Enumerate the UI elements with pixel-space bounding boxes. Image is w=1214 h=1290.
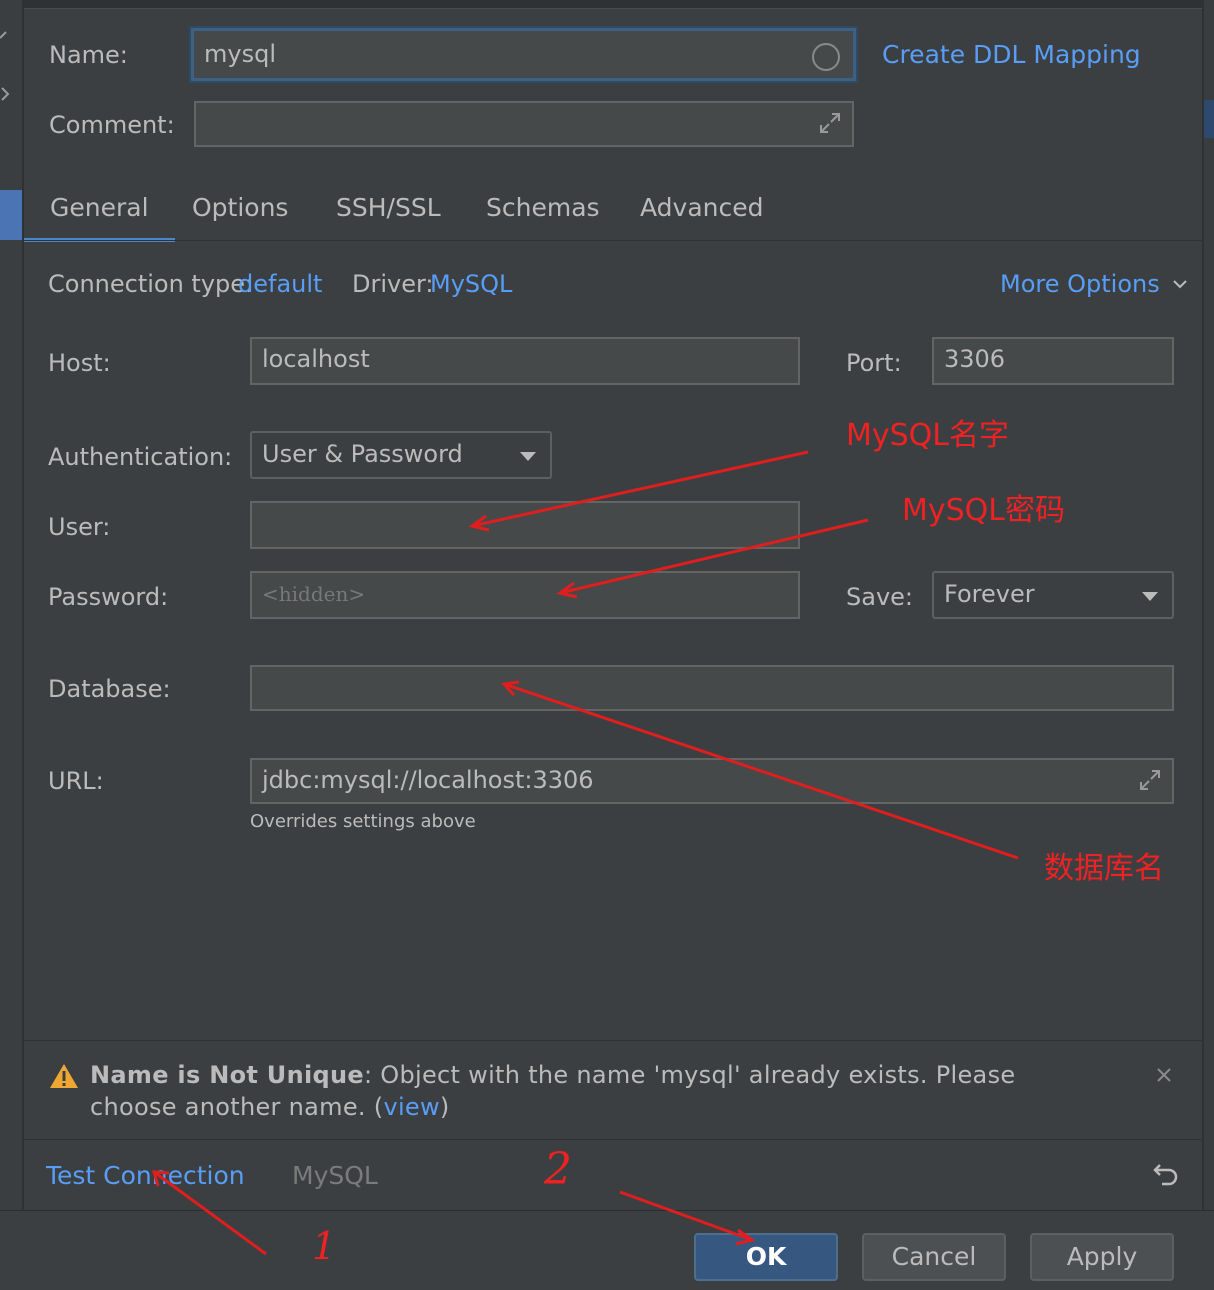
- expand-icon[interactable]: [818, 111, 842, 135]
- host-input-value: localhost: [262, 345, 370, 373]
- annotation-step-2: 2: [544, 1144, 572, 1195]
- host-input[interactable]: localhost: [250, 337, 800, 385]
- expand-icon[interactable]: [1138, 768, 1162, 792]
- annotation-mysql-name: MySQL名字: [846, 418, 1010, 453]
- authentication-select[interactable]: User & Password: [250, 431, 552, 479]
- right-sidebar-selection[interactable]: [1204, 100, 1214, 138]
- save-select[interactable]: Forever: [932, 571, 1174, 619]
- database-label: Database:: [48, 675, 171, 703]
- window-top-border: [0, 0, 1214, 9]
- revert-icon[interactable]: [1152, 1162, 1180, 1188]
- connection-type-label: Connection type:: [48, 270, 254, 298]
- driver-name-label: MySQL: [292, 1161, 378, 1190]
- tab-general[interactable]: General: [24, 190, 174, 242]
- url-input-value: jdbc:mysql://localhost:3306: [262, 766, 594, 794]
- url-label: URL:: [48, 767, 104, 795]
- warning-text-end: ): [439, 1093, 450, 1121]
- apply-button[interactable]: Apply: [1030, 1233, 1174, 1281]
- dropdown-arrow-icon: [1142, 592, 1158, 601]
- name-label: Name:: [49, 41, 128, 69]
- driver-link[interactable]: MySQL: [430, 269, 512, 299]
- save-label: Save:: [846, 583, 913, 611]
- warning-icon: [50, 1064, 78, 1088]
- chevron-down-icon: [1173, 280, 1188, 289]
- chevron-left-icon: [0, 31, 7, 39]
- authentication-label: Authentication:: [48, 443, 233, 471]
- port-input[interactable]: 3306: [932, 337, 1174, 385]
- more-options-label: More Options: [1000, 270, 1160, 298]
- tab-ssh-ssl[interactable]: SSH/SSL: [336, 190, 441, 240]
- annotation-database-name: 数据库名: [1044, 851, 1164, 886]
- left-sidebar-strip: [0, 0, 24, 1210]
- cancel-button[interactable]: Cancel: [862, 1233, 1006, 1281]
- password-input[interactable]: <hidden>: [250, 571, 800, 619]
- tab-schemas[interactable]: Schemas: [486, 190, 600, 240]
- comment-input[interactable]: [194, 101, 854, 147]
- create-ddl-mapping-link[interactable]: Create DDL Mapping: [882, 40, 1141, 69]
- right-sidebar-strip: [1202, 0, 1214, 1210]
- clear-circle-icon[interactable]: [811, 42, 841, 72]
- tab-divider: [22, 240, 1202, 241]
- comment-label: Comment:: [49, 111, 175, 139]
- url-hint: Overrides settings above: [250, 811, 476, 832]
- close-icon[interactable]: [1156, 1067, 1172, 1083]
- chevron-right-icon: [1, 87, 10, 101]
- port-input-value: 3306: [944, 345, 1006, 373]
- left-sidebar-selection[interactable]: [0, 190, 22, 240]
- user-input[interactable]: [250, 501, 800, 549]
- warning-title: Name is Not Unique: [90, 1061, 364, 1089]
- annotation-step-1: 1: [312, 1224, 337, 1268]
- annotation-mysql-password: MySQL密码: [902, 493, 1066, 528]
- more-options-link[interactable]: More Options: [1000, 269, 1188, 299]
- authentication-select-value: User & Password: [262, 440, 463, 468]
- url-input[interactable]: jdbc:mysql://localhost:3306: [250, 758, 1174, 804]
- tab-advanced[interactable]: Advanced: [640, 190, 764, 240]
- warning-bottom-separator: [22, 1139, 1202, 1140]
- test-connection-link[interactable]: Test Connection: [46, 1161, 245, 1190]
- ok-button[interactable]: OK: [694, 1233, 838, 1281]
- password-placeholder: <hidden>: [262, 582, 366, 606]
- dropdown-arrow-icon: [520, 452, 536, 461]
- driver-label: Driver:: [352, 270, 434, 298]
- name-input[interactable]: mysql: [191, 28, 856, 81]
- save-select-value: Forever: [944, 580, 1035, 608]
- warning-message: Name is Not Unique: Object with the name…: [90, 1059, 1110, 1123]
- connection-type-link[interactable]: default: [238, 269, 322, 299]
- tab-options[interactable]: Options: [192, 190, 288, 240]
- warning-banner: Name is Not Unique: Object with the name…: [22, 1041, 1202, 1139]
- footer-separator: [0, 1210, 1214, 1211]
- user-label: User:: [48, 513, 111, 541]
- port-label: Port:: [846, 349, 902, 377]
- host-label: Host:: [48, 349, 111, 377]
- warning-view-link[interactable]: view: [383, 1093, 439, 1121]
- database-input[interactable]: [250, 665, 1174, 711]
- name-input-value: mysql: [204, 40, 276, 68]
- password-label: Password:: [48, 583, 169, 611]
